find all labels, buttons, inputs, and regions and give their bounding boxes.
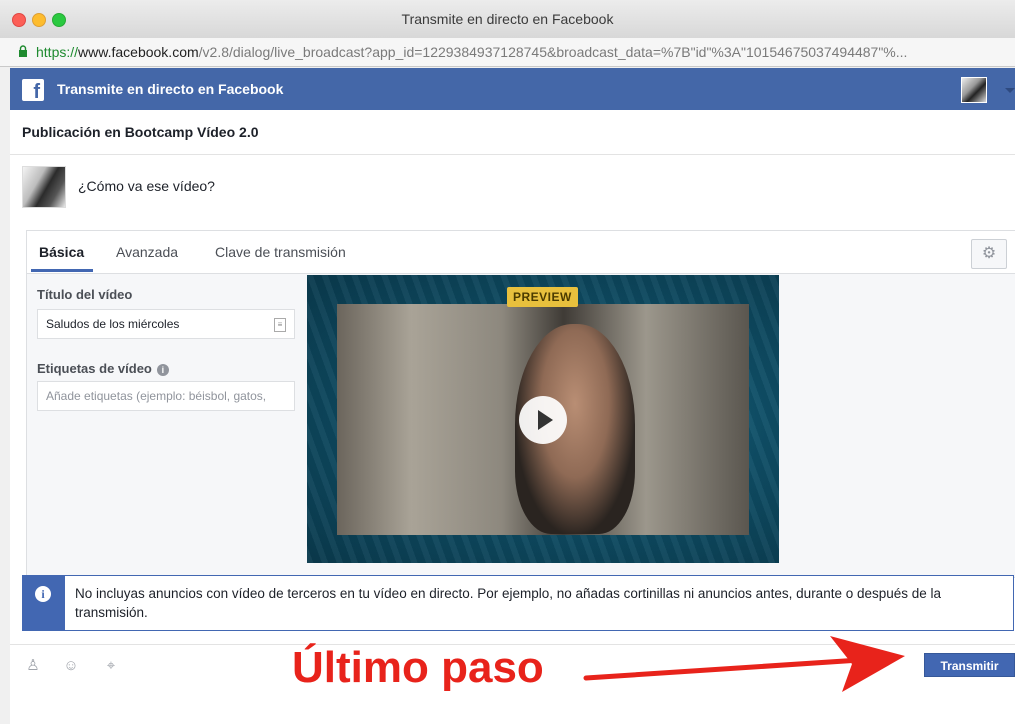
active-tab-indicator [31,269,93,272]
annotation-label: Último paso [292,643,544,692]
composer-avatar [22,166,66,208]
facebook-header-title: Transmite en directo en Facebook [57,81,284,97]
address-bar[interactable]: https://www.facebook.com/v2.8/dialog/liv… [0,38,1015,67]
video-tags-label: Etiquetas de vídeo i [37,361,169,376]
emoji-picker-icon[interactable]: ≡ [274,318,286,332]
url-path: /v2.8/dialog/live_broadcast?app_id=12293… [198,44,908,60]
emoji-icon[interactable]: ☺ [62,657,80,675]
play-button-icon[interactable] [519,396,567,444]
gear-icon: ⚙ [981,245,997,262]
preview-badge: PREVIEW [507,287,578,307]
settings-tabs: Básica Avanzada Clave de transmisión ⚙ [27,231,1015,274]
status-composer[interactable]: ¿Cómo va ese vídeo? [22,166,1002,208]
video-preview: PREVIEW [307,275,779,563]
video-tags-field[interactable] [37,381,295,411]
window-titlebar: Transmite en directo en Facebook [0,0,1015,39]
user-avatar[interactable] [961,77,987,103]
url-scheme: https:// [36,44,79,60]
tab-advanced[interactable]: Avanzada [116,244,178,260]
live-settings-panel: Básica Avanzada Clave de transmisión ⚙ T… [26,230,1015,578]
chevron-down-icon[interactable] [1005,88,1015,93]
video-tags-input[interactable] [46,389,266,403]
video-title-field[interactable]: ≡ [37,309,295,339]
video-title-label: Título del vídeo [37,287,133,302]
notice-text: No incluyas anuncios con vídeo de tercer… [75,586,942,620]
settings-gear-button[interactable]: ⚙ [971,239,1007,269]
info-icon[interactable]: i [156,364,169,376]
post-heading: Publicación en Bootcamp Vídeo 2.0 [22,124,259,140]
location-pin-icon[interactable]: ⌖ [102,657,120,675]
url-host: www.facebook.com [78,44,199,60]
lock-icon [19,45,27,57]
tag-people-icon[interactable]: ♙ [24,657,42,675]
window-title: Transmite en directo en Facebook [401,11,614,27]
facebook-logo-icon: f [22,79,44,103]
info-circle-icon: i [35,586,51,602]
url-text[interactable]: https://www.facebook.com/v2.8/dialog/liv… [36,44,907,60]
facebook-header: f Transmite en directo en Facebook [10,68,1015,110]
video-tags-label-text: Etiquetas de vídeo [37,361,152,376]
annotation-arrow-icon [583,636,905,692]
tab-basic[interactable]: Básica [39,244,84,260]
video-title-input[interactable] [46,317,266,331]
broadcast-button[interactable]: Transmitir [924,653,1015,677]
camera-feed [337,304,749,535]
post-header: Publicación en Bootcamp Vídeo 2.0 [10,110,1015,155]
tab-stream-key[interactable]: Clave de transmisión [215,244,346,260]
notice-sidebar: i [23,576,65,630]
status-text[interactable]: ¿Cómo va ese vídeo? [78,178,215,194]
